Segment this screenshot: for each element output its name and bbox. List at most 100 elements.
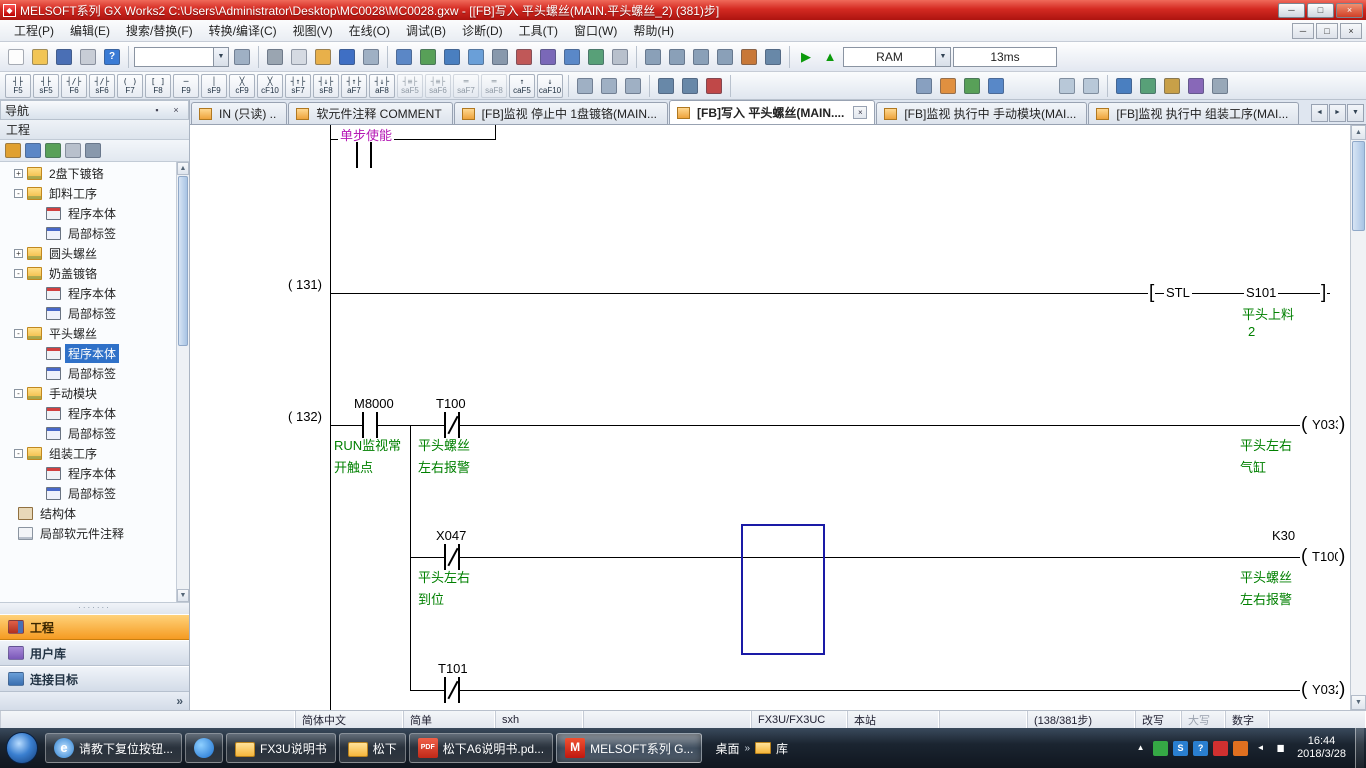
tree-scrollbar[interactable]: ▲ ▼ xyxy=(176,162,189,602)
tab-6[interactable]: [FB]监视 执行中 组装工序(MAI... xyxy=(1088,102,1299,124)
tree-item[interactable]: 局部软元件注释 xyxy=(0,523,176,543)
mdi-close-button[interactable]: × xyxy=(1340,23,1362,39)
device-label-x047[interactable]: X047 xyxy=(434,528,468,543)
tab-1[interactable]: IN (只读) .. xyxy=(191,102,287,124)
menu-item[interactable]: 转换/编译(C) xyxy=(201,19,285,42)
tree-item-label[interactable]: 局部标签 xyxy=(65,424,119,443)
tree-item[interactable]: 局部标签 xyxy=(0,223,176,243)
nav-close-icon[interactable]: × xyxy=(168,103,184,117)
rebuild-all-icon[interactable] xyxy=(561,46,583,68)
new-project-icon[interactable] xyxy=(5,46,27,68)
scroll-thumb[interactable] xyxy=(178,176,188,346)
taskbar-button-ie[interactable]: e请教下复位按钮... xyxy=(45,733,182,763)
taskbar-button-pdf[interactable]: PDF松下A6说明书.pd... xyxy=(409,733,553,763)
memory-select-combo[interactable]: RAM▼ xyxy=(843,47,951,67)
tree-item-label[interactable]: 程序本体 xyxy=(65,344,119,363)
tree-item-label[interactable]: 手动模块 xyxy=(46,384,100,403)
cross-point-icon[interactable] xyxy=(703,75,725,97)
dropdown-arrow-icon[interactable]: ▼ xyxy=(213,48,228,66)
menu-item[interactable]: 调试(B) xyxy=(398,19,454,42)
volume-tray-icon[interactable]: ◄ xyxy=(1253,741,1268,756)
device-label-t101[interactable]: T101 xyxy=(436,661,470,676)
scroll-up-icon[interactable]: ▲ xyxy=(1351,125,1366,140)
tab-list-button[interactable]: ▼ xyxy=(1347,104,1364,122)
tree-item[interactable]: - 手动模块 xyxy=(0,383,176,403)
security-tray-icon[interactable] xyxy=(1213,741,1228,756)
mdi-minimize-button[interactable]: ─ xyxy=(1292,23,1314,39)
tree-item-label[interactable]: 平头螺丝 xyxy=(46,324,100,343)
new-data-icon[interactable] xyxy=(5,143,21,158)
fkey-saF5[interactable]: ┤≡├saF5 xyxy=(397,74,423,98)
tree-item[interactable]: - 平头螺丝 xyxy=(0,323,176,343)
fkey-aF7[interactable]: ┤↑├aF7 xyxy=(341,74,367,98)
tree-item[interactable]: 程序本体 xyxy=(0,343,176,363)
taskbar-clock[interactable]: 16:44 2018/3/28 xyxy=(1297,735,1346,761)
tree-item-label[interactable]: 程序本体 xyxy=(65,464,119,483)
fkey-saF8[interactable]: ═saF8 xyxy=(481,74,507,98)
nav-button-connect[interactable]: 连接目标 xyxy=(0,666,189,692)
menu-item[interactable]: 在线(O) xyxy=(341,19,398,42)
menu-item[interactable]: 诊断(D) xyxy=(454,19,511,42)
taskbar-button-disk[interactable] xyxy=(185,733,223,763)
tree-item-label[interactable]: 局部标签 xyxy=(65,364,119,383)
tree-item[interactable]: 程序本体 xyxy=(0,203,176,223)
monitor-caution-icon[interactable]: ▲ xyxy=(819,46,841,68)
save-project-icon[interactable] xyxy=(53,46,75,68)
menu-item[interactable]: 帮助(H) xyxy=(625,19,682,42)
tree-item[interactable]: 局部标签 xyxy=(0,303,176,323)
tree-item[interactable]: 局部标签 xyxy=(0,423,176,443)
desktop-band-label[interactable]: 桌面 xyxy=(715,740,739,757)
tree-item-label[interactable]: 卸料工序 xyxy=(46,184,100,203)
diagnostics-icon[interactable] xyxy=(513,46,535,68)
tree-item-label[interactable]: 圆头螺丝 xyxy=(46,244,100,263)
read-from-plc-icon[interactable] xyxy=(465,46,487,68)
write-mode-icon[interactable] xyxy=(937,75,959,97)
fkey-F6[interactable]: ┤/├F6 xyxy=(61,74,87,98)
hidden-icons-button[interactable]: ▲ xyxy=(1133,741,1148,756)
help-icon[interactable]: ? xyxy=(101,46,123,68)
fkey-saF7[interactable]: ═saF7 xyxy=(453,74,479,98)
build-icon[interactable] xyxy=(537,46,559,68)
close-button[interactable]: × xyxy=(1336,3,1363,18)
expand-icon[interactable]: + xyxy=(14,249,23,258)
tree-item[interactable]: 程序本体 xyxy=(0,283,176,303)
contact-open[interactable] xyxy=(356,142,372,168)
menu-item[interactable]: 搜索/替换(F) xyxy=(118,19,201,42)
fkey-F5[interactable]: ┤├F5 xyxy=(5,74,31,98)
taskbar-button-folder[interactable]: FX3U说明书 xyxy=(226,733,336,763)
collapse-all-icon[interactable] xyxy=(85,143,101,158)
menu-item[interactable]: 工具(T) xyxy=(511,19,566,42)
mdi-restore-button[interactable]: □ xyxy=(1316,23,1338,39)
program-select-combo[interactable]: ▼ xyxy=(134,47,229,67)
titlebar[interactable]: ◆ MELSOFT系列 GX Works2 C:\Users\Administr… xyxy=(0,0,1366,20)
tree-item[interactable]: +2盘下镀铬 xyxy=(0,163,176,183)
fkey-F8[interactable]: [ ]F8 xyxy=(145,74,171,98)
tab-2[interactable]: 软元件注释 COMMENT xyxy=(288,102,452,124)
device-label-t100[interactable]: T100 xyxy=(434,396,468,411)
scroll-thumb[interactable] xyxy=(1352,141,1365,231)
menu-item[interactable]: 视图(V) xyxy=(285,19,341,42)
fkey-F9[interactable]: ─F9 xyxy=(173,74,199,98)
fkey-F7[interactable]: ( )F7 xyxy=(117,74,143,98)
collapse-icon[interactable]: - xyxy=(14,449,23,458)
device-display-icon[interactable] xyxy=(1185,75,1207,97)
fkey-sF5[interactable]: ┤├sF5 xyxy=(33,74,59,98)
open-project-icon[interactable] xyxy=(29,46,51,68)
collapse-icon[interactable]: - xyxy=(14,389,23,398)
fkey-sF7[interactable]: ┤↑├sF7 xyxy=(285,74,311,98)
monitor-start-icon[interactable]: ▶ xyxy=(795,46,817,68)
minimize-button[interactable]: ─ xyxy=(1278,3,1305,18)
note-edit-icon[interactable] xyxy=(622,75,644,97)
scroll-down-icon[interactable]: ▼ xyxy=(177,589,189,602)
collapse-icon[interactable]: - xyxy=(14,329,23,338)
tree-item[interactable]: 程序本体 xyxy=(0,403,176,423)
device-label-m8000[interactable]: M8000 xyxy=(352,396,396,411)
wire-delete-icon[interactable] xyxy=(679,75,701,97)
tree-item[interactable]: -卸料工序 xyxy=(0,183,176,203)
dropdown-arrow-icon[interactable]: ▼ xyxy=(935,48,950,66)
device-comment-icon[interactable] xyxy=(417,46,439,68)
window-switch-icon[interactable] xyxy=(231,46,253,68)
copy-icon[interactable] xyxy=(288,46,310,68)
tab-3[interactable]: [FB]监视 停止中 1盘镀铬(MAIN... xyxy=(454,102,668,124)
write-to-plc-icon[interactable] xyxy=(441,46,463,68)
